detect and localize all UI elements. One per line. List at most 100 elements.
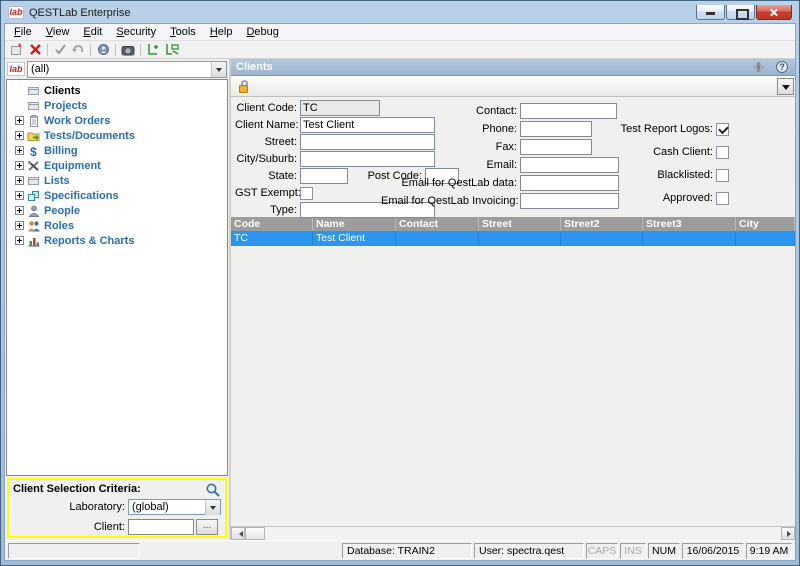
new-record-button[interactable]: * [8, 42, 26, 58]
column-header-city[interactable]: City [736, 217, 795, 231]
sidebar-item-label: Work Orders [44, 115, 110, 127]
contacts-icon [97, 43, 110, 56]
toolbar-separator [115, 44, 116, 56]
menu-tools[interactable]: Tools [163, 25, 203, 39]
expand-icon[interactable] [15, 146, 24, 155]
undo-icon [71, 43, 85, 56]
column-header-street2[interactable]: Street2 [561, 217, 643, 231]
cell-street [479, 231, 561, 246]
cell-name: Test Client [313, 231, 396, 246]
type-label: Type: [235, 204, 297, 216]
menu-file[interactable]: File [7, 25, 39, 39]
help-button[interactable]: ? [774, 60, 790, 74]
status-date: 16/06/2015 [682, 543, 744, 559]
menu-view[interactable]: View [39, 25, 77, 39]
scrollbar-thumb[interactable] [245, 527, 265, 540]
sidebar-item-tests-documents[interactable]: Tests/Documents [7, 128, 227, 143]
contacts-button[interactable] [94, 42, 112, 58]
sidebar-item-people[interactable]: People [7, 203, 227, 218]
close-button[interactable] [756, 5, 792, 20]
settings-button[interactable] [750, 60, 766, 74]
status-time: 9:19 AM [746, 543, 792, 559]
sidebar-item-billing[interactable]: $ Billing [7, 143, 227, 158]
clients-table: Code Name Contact Street Street2 Street3… [231, 217, 795, 526]
snapshot-button[interactable] [119, 42, 137, 58]
search-button[interactable] [205, 482, 221, 498]
expand-icon[interactable] [15, 191, 24, 200]
browse-button[interactable]: ... [196, 519, 218, 535]
expand-icon[interactable] [15, 161, 24, 170]
sidebar-item-label: Billing [44, 145, 78, 157]
sidebar-item-reports-charts[interactable]: Reports & Charts [7, 233, 227, 248]
tree-expand-button[interactable] [144, 42, 162, 58]
horizontal-scrollbar[interactable] [231, 526, 795, 540]
content-header: Clients ? [231, 59, 795, 76]
sidebar-item-label: Specifications [44, 190, 119, 202]
menu-help[interactable]: Help [203, 25, 240, 39]
app-window: lab QESTLab Enterprise File View Edit Se… [0, 0, 800, 566]
sidebar-item-specifications[interactable]: Specifications [7, 188, 227, 203]
column-header-name[interactable]: Name [313, 217, 396, 231]
blacklisted-checkbox[interactable] [716, 169, 729, 182]
chevron-down-icon[interactable] [205, 500, 220, 515]
chevron-down-icon[interactable] [211, 62, 226, 77]
client-name-label: Client Name: [235, 119, 297, 131]
client-label: Client: [13, 521, 125, 533]
client-criteria-input[interactable] [128, 519, 194, 535]
tree-edit-button[interactable] [162, 42, 180, 58]
column-header-code[interactable]: Code [231, 217, 313, 231]
status-num-indicator: NUM [648, 543, 680, 559]
test-report-logos-checkbox[interactable] [716, 123, 729, 136]
scroll-left-button[interactable] [231, 527, 245, 540]
menu-edit[interactable]: Edit [76, 25, 109, 39]
sidebar-item-clients[interactable]: Clients [7, 83, 227, 98]
reports-charts-icon [27, 235, 41, 247]
sidebar-item-label: Lists [44, 175, 70, 187]
flower-icon [752, 61, 765, 73]
window-title: QESTLab Enterprise [29, 7, 131, 19]
cash-client-checkbox[interactable] [716, 146, 729, 159]
column-header-street[interactable]: Street [479, 217, 561, 231]
undo-button[interactable] [69, 42, 87, 58]
main-toolbar: * [5, 41, 795, 59]
sidebar-item-equipment[interactable]: Equipment [7, 158, 227, 173]
status-ins-indicator: INS [620, 543, 646, 559]
laboratory-combobox[interactable]: (global) [128, 499, 221, 515]
delete-icon [29, 43, 42, 56]
app-logo-icon: lab [8, 6, 24, 19]
expand-icon[interactable] [15, 176, 24, 185]
gst-exempt-checkbox[interactable] [300, 187, 313, 200]
expand-icon[interactable] [15, 236, 24, 245]
column-header-street3[interactable]: Street3 [643, 217, 736, 231]
scroll-right-button[interactable] [781, 527, 795, 540]
expand-icon[interactable] [15, 206, 24, 215]
state-field[interactable] [300, 168, 348, 184]
record-options-dropdown-button[interactable] [777, 78, 794, 95]
column-header-contact[interactable]: Contact [396, 217, 479, 231]
sidebar-item-work-orders[interactable]: Work Orders [7, 113, 227, 128]
sidebar-item-lists[interactable]: Lists [7, 173, 227, 188]
unlock-record-button[interactable] [235, 78, 253, 94]
toolbar-separator [47, 44, 48, 56]
confirm-button[interactable] [51, 42, 69, 58]
menu-debug[interactable]: Debug [239, 25, 285, 39]
expand-icon[interactable] [15, 221, 24, 230]
billing-icon: $ [27, 145, 41, 157]
table-row[interactable]: TC Test Client [231, 231, 795, 246]
sidebar-item-roles[interactable]: Roles [7, 218, 227, 233]
checkmark-icon [54, 43, 67, 56]
maximize-button[interactable] [726, 5, 755, 20]
expand-icon[interactable] [15, 116, 24, 125]
minimize-button[interactable] [696, 5, 725, 20]
toolbar-separator [140, 44, 141, 56]
delete-button[interactable] [26, 42, 44, 58]
menu-security[interactable]: Security [109, 25, 163, 39]
client-code-field[interactable] [300, 100, 380, 116]
laboratory-filter-combobox[interactable]: (all) [27, 61, 227, 78]
contact-field[interactable] [520, 103, 617, 119]
approved-checkbox[interactable] [716, 192, 729, 205]
status-database: Database: TRAIN2 [342, 543, 472, 559]
sidebar-item-projects[interactable]: Projects [7, 98, 227, 113]
record-toolbar [231, 76, 795, 97]
expand-icon[interactable] [15, 131, 24, 140]
